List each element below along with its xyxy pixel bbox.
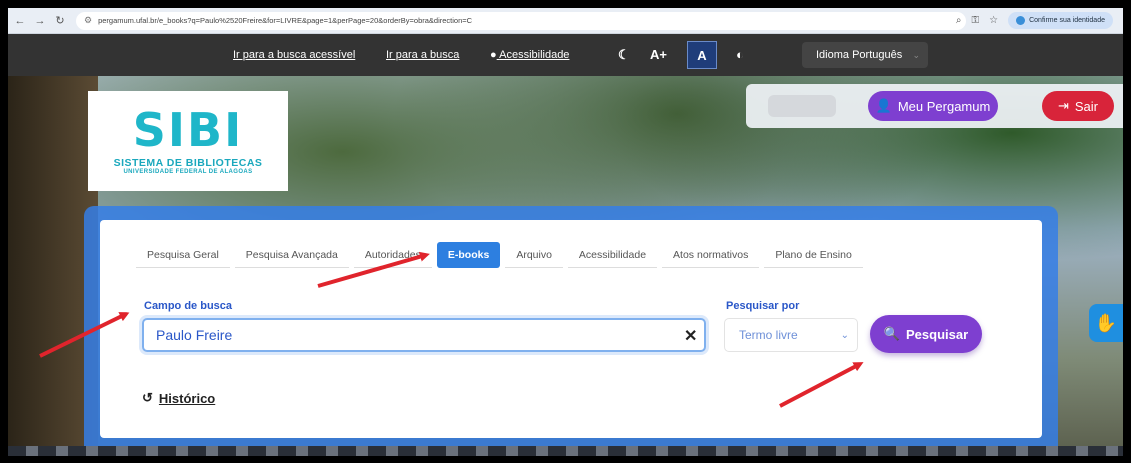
skip-to-accessible-search-link[interactable]: Ir para a busca acessível [233, 49, 355, 61]
back-icon[interactable]: ← [12, 13, 28, 29]
logo-line2: UNIVERSIDADE FEDERAL DE ALAGOAS [123, 169, 253, 175]
logout-label: Sair [1074, 98, 1099, 114]
search-icon: 🔍 [883, 326, 901, 341]
screenshot-frame: ← → ↻ ⚙ pergamum.ufal.br/e_books?q=Paulo… [8, 8, 1123, 456]
forward-icon[interactable]: → [32, 13, 48, 29]
meu-pergamum-label: Meu Pergamum [897, 98, 991, 114]
search-button-label: Pesquisar [906, 326, 969, 342]
identity-chip[interactable]: Confirme sua identidade [1008, 12, 1113, 29]
search-by-label: Pesquisar por [726, 300, 800, 312]
language-select[interactable]: Idioma Português ⌄ [802, 42, 928, 68]
search-by-value: Termo livre [739, 328, 798, 342]
password-key-icon[interactable]: ⚿ [972, 15, 980, 26]
hero-background: SIBI SISTEMA DE BIBLIOTECAS UNIVERSIDADE… [8, 76, 1123, 456]
logout-button[interactable]: ⇥ Sair [1042, 91, 1114, 121]
logo-mark: SIBI [132, 103, 244, 157]
accessibility-bar: Ir para a busca acessível Ir para a busc… [8, 34, 1123, 76]
info-icon: ● [490, 49, 497, 61]
url-text: pergamum.ufal.br/e_books?q=Paulo%2520Fre… [98, 16, 473, 25]
logo-line1: SISTEMA DE BIBLIOTECAS [113, 157, 263, 169]
font-normal-button[interactable]: A [687, 41, 717, 69]
chevron-down-icon: ⌄ [840, 329, 849, 341]
address-bar[interactable]: ⚙ pergamum.ufal.br/e_books?q=Paulo%2520F… [76, 11, 966, 30]
language-label: Idioma Português [816, 49, 903, 61]
sign-out-icon: ⇥ [1057, 98, 1069, 113]
zoom-icon[interactable]: ⌕ [956, 15, 962, 26]
contrast-icon[interactable]: ◐ [736, 47, 744, 62]
building-windows-decoration [8, 446, 1123, 456]
search-card: Pesquisa Geral Pesquisa Avançada Autorid… [100, 220, 1042, 438]
profile-icon [1016, 16, 1026, 25]
sibi-logo[interactable]: SIBI SISTEMA DE BIBLIOTECAS UNIVERSIDADE… [88, 91, 288, 191]
tab-pesquisa-geral[interactable]: Pesquisa Geral [136, 242, 230, 268]
accessibility-label: Acessibilidade [499, 49, 570, 61]
tab-autoridades[interactable]: Autoridades [353, 242, 432, 268]
accessibility-link[interactable]: ● Acessibilidade [490, 49, 569, 61]
identity-label: Confirme sua identidade [1029, 17, 1105, 24]
search-field-label: Campo de busca [144, 300, 233, 312]
tab-atos-normativos[interactable]: Atos normativos [662, 242, 760, 268]
browser-toolbar: ← → ↻ ⚙ pergamum.ufal.br/e_books?q=Paulo… [8, 8, 1123, 34]
search-by-select[interactable]: Termo livre ⌄ [724, 318, 858, 352]
user-icon: 👤 [875, 98, 892, 113]
search-input-value: Paulo Freire [156, 327, 233, 343]
history-label: Histórico [158, 390, 216, 406]
tab-e-books[interactable]: E-books [436, 242, 501, 268]
skip-to-search-link[interactable]: Ir para a busca [386, 49, 459, 61]
tab-plano-de-ensino[interactable]: Plano de Ensino [764, 242, 863, 268]
meu-pergamum-button[interactable]: 👤 Meu Pergamum [868, 91, 998, 121]
reload-icon[interactable]: ↻ [52, 13, 68, 29]
search-input[interactable]: Paulo Freire [142, 318, 706, 352]
tab-pesquisa-avancada[interactable]: Pesquisa Avançada [234, 242, 349, 268]
tab-acessibilidade[interactable]: Acessibilidade [567, 242, 658, 268]
site-info-icon[interactable]: ⚙ [84, 15, 92, 26]
user-panel: 👤 Meu Pergamum ⇥ Sair [746, 84, 1123, 128]
sign-language-widget-icon[interactable]: ✋ [1089, 304, 1123, 342]
dark-mode-moon-icon[interactable]: ☾ [618, 47, 630, 63]
chevron-down-icon: ⌄ [912, 49, 920, 60]
search-tabs: Pesquisa Geral Pesquisa Avançada Autorid… [136, 242, 868, 268]
tab-arquivo[interactable]: Arquivo [505, 242, 563, 268]
history-link[interactable]: ↺ Histórico [142, 390, 215, 406]
clear-search-icon[interactable]: ✕ [684, 326, 697, 346]
search-button[interactable]: 🔍 Pesquisar [870, 315, 982, 353]
bookmark-star-icon[interactable]: ☆ [989, 15, 998, 26]
user-name-redacted [768, 95, 836, 117]
history-icon: ↺ [142, 390, 153, 405]
font-increase-button[interactable]: A+ [650, 47, 667, 62]
